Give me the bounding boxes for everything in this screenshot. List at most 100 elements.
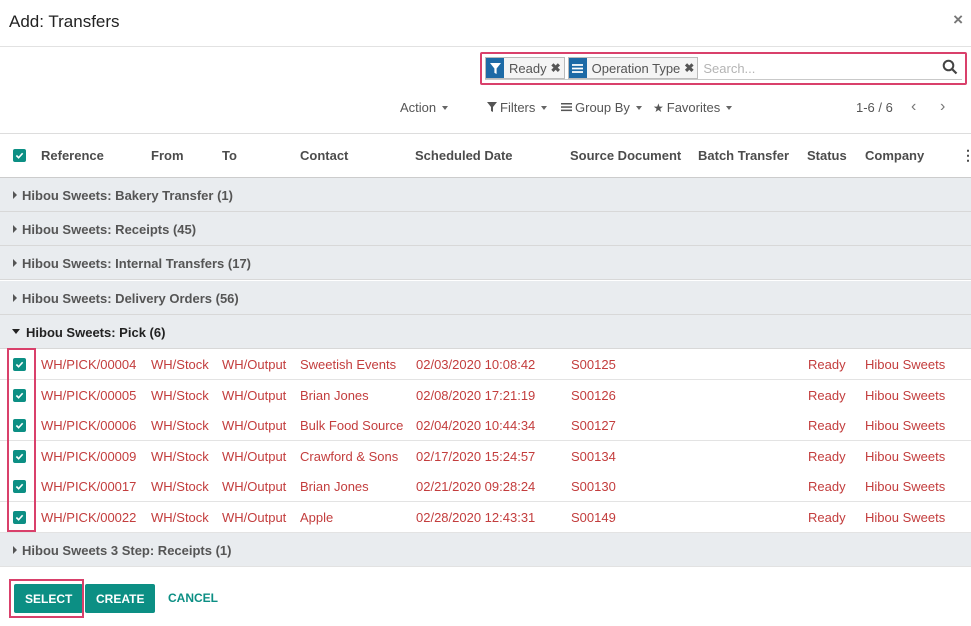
group-by-label: Group By xyxy=(575,100,630,115)
cell-contact: Crawford & Sons xyxy=(300,448,399,464)
cell-status: Ready xyxy=(808,387,846,403)
group-by-dropdown[interactable]: Group By xyxy=(561,100,642,115)
dialog-title: Add: Transfers xyxy=(9,12,120,31)
column-header-company[interactable]: Company xyxy=(865,148,924,163)
favorites-dropdown[interactable]: ★ Favorites xyxy=(653,100,733,115)
group-label: Hibou Sweets: Bakery Transfer (1) xyxy=(22,188,233,203)
group-label: Hibou Sweets: Receipts (45) xyxy=(22,222,197,237)
group-label: Hibou Sweets 3 Step: Receipts (1) xyxy=(22,543,232,558)
filters-label: Filters xyxy=(500,100,536,115)
cell-to: WH/Output xyxy=(222,448,287,464)
table-header: Reference From To Contact Scheduled Date… xyxy=(0,133,971,178)
column-header-contact[interactable]: Contact xyxy=(300,148,348,163)
cell-source: S00127 xyxy=(571,418,616,434)
column-header-status[interactable]: Status xyxy=(807,148,847,163)
cell-to: WH/Output xyxy=(222,387,287,403)
cell-company: Hibou Sweets xyxy=(865,479,946,495)
cell-company: Hibou Sweets xyxy=(865,387,946,403)
action-dropdown[interactable]: Action xyxy=(400,100,449,115)
group-label: Hibou Sweets: Pick (6) xyxy=(26,325,166,340)
table-row[interactable]: WH/PICK/00017 WH/Stock WH/Output Brian Jone… xyxy=(0,471,971,503)
cell-reference: WH/PICK/00005 xyxy=(41,387,137,403)
table-row[interactable]: WH/PICK/00005 WH/Stock WH/Output Brian Jone… xyxy=(0,379,971,411)
cell-status: Ready xyxy=(808,418,846,434)
cell-from: WH/Stock xyxy=(151,357,209,372)
cell-to: WH/Output xyxy=(222,418,287,434)
cell-contact: Bulk Food Source xyxy=(300,418,404,434)
column-header-batch-transfer[interactable]: Batch Transfer xyxy=(698,148,789,163)
facet-label: Ready xyxy=(509,60,547,76)
cell-to: WH/Output xyxy=(222,357,287,372)
cell-from: WH/Stock xyxy=(151,418,209,434)
group-by-icon xyxy=(561,100,572,115)
remove-facet-icon[interactable]: ✖ xyxy=(551,61,564,75)
cell-to: WH/Output xyxy=(222,479,287,495)
column-header-source-document[interactable]: Source Document xyxy=(570,148,681,163)
cell-contact: Brian Jones xyxy=(300,387,369,403)
create-button[interactable]: CREATE xyxy=(85,584,156,613)
cell-reference: WH/PICK/00009 xyxy=(41,448,137,464)
search-input[interactable] xyxy=(701,60,942,76)
cell-status: Ready xyxy=(808,448,846,464)
cell-contact: Apple xyxy=(300,510,334,525)
cell-source: S00134 xyxy=(571,448,616,464)
cell-status: Ready xyxy=(808,479,846,495)
caret-right-icon xyxy=(13,191,17,199)
group-row[interactable]: Hibou Sweets: Bakery Transfer (1) xyxy=(0,178,971,212)
select-button-highlight xyxy=(9,579,84,618)
group-label: Hibou Sweets: Internal Transfers (17) xyxy=(22,256,252,271)
select-all-checkbox[interactable] xyxy=(13,149,26,162)
action-label: Action xyxy=(400,100,437,115)
table-row[interactable]: WH/PICK/00022 WH/Stock WH/Output Apple 02/28… xyxy=(0,502,971,533)
table-row[interactable]: WH/PICK/00004 WH/Stock WH/Output Sweetish E… xyxy=(0,349,971,380)
pager-value[interactable]: 1-6 / 6 xyxy=(856,100,893,115)
column-header-from[interactable]: From xyxy=(151,148,184,163)
chevron-right-icon[interactable]: › xyxy=(940,98,945,116)
cell-from: WH/Stock xyxy=(151,479,209,495)
table-row[interactable]: WH/PICK/00009 WH/Stock WH/Output Crawford &… xyxy=(0,440,971,472)
chevron-down-icon xyxy=(635,105,642,110)
filters-dropdown[interactable]: Filters xyxy=(487,100,548,115)
cell-contact: Brian Jones xyxy=(300,479,369,495)
caret-right-icon xyxy=(13,259,17,267)
facet-ready[interactable]: Ready ✖ xyxy=(485,57,565,79)
facet-operation-type[interactable]: Operation Type ✖ xyxy=(567,57,699,79)
group-row[interactable]: Hibou Sweets 3 Step: Receipts (1) xyxy=(0,533,971,567)
cell-reference: WH/PICK/00004 xyxy=(41,357,137,372)
star-icon: ★ xyxy=(653,100,664,115)
caret-right-icon xyxy=(13,546,17,554)
cell-company: Hibou Sweets xyxy=(865,510,946,525)
column-options-icon[interactable]: ⋮ xyxy=(961,147,971,164)
favorites-label: Favorites xyxy=(666,100,721,115)
cell-reference: WH/PICK/00022 xyxy=(41,510,137,525)
cell-source: S00149 xyxy=(571,510,616,525)
cell-scheduled: 02/28/2020 12:43:31 xyxy=(416,510,536,525)
group-label: Hibou Sweets: Delivery Orders (56) xyxy=(22,291,239,306)
column-header-to[interactable]: To xyxy=(222,148,237,163)
cell-to: WH/Output xyxy=(222,510,287,525)
dialog-header: Add: Transfers × xyxy=(0,0,971,47)
table-row[interactable]: WH/PICK/00006 WH/Stock WH/Output Bulk Food … xyxy=(0,410,971,442)
cell-scheduled: 02/08/2020 17:21:19 xyxy=(416,387,536,403)
filter-icon xyxy=(486,58,504,78)
chevron-left-icon[interactable]: ‹ xyxy=(911,98,916,116)
search-icon[interactable] xyxy=(942,59,960,77)
cell-source: S00126 xyxy=(571,387,616,403)
group-row[interactable]: Hibou Sweets: Receipts (45) xyxy=(0,212,971,246)
column-header-scheduled-date[interactable]: Scheduled Date xyxy=(415,148,513,163)
cancel-button[interactable]: CANCEL xyxy=(168,591,218,605)
group-row-open[interactable]: Hibou Sweets: Pick (6) xyxy=(0,315,971,349)
cell-scheduled: 02/03/2020 10:08:42 xyxy=(416,357,536,372)
chevron-down-icon xyxy=(442,105,449,110)
cell-from: WH/Stock xyxy=(151,510,209,525)
cell-reference: WH/PICK/00006 xyxy=(41,418,137,434)
facet-label: Operation Type xyxy=(591,60,681,76)
close-icon[interactable]: × xyxy=(953,10,963,30)
group-row[interactable]: Hibou Sweets: Internal Transfers (17) xyxy=(0,246,971,280)
cell-scheduled: 02/04/2020 10:44:34 xyxy=(416,418,536,434)
group-row[interactable]: Hibou Sweets: Delivery Orders (56) xyxy=(0,281,971,315)
caret-right-icon xyxy=(13,225,17,233)
remove-facet-icon[interactable]: ✖ xyxy=(684,61,697,75)
cell-status: Ready xyxy=(808,357,846,372)
column-header-reference[interactable]: Reference xyxy=(41,148,104,163)
